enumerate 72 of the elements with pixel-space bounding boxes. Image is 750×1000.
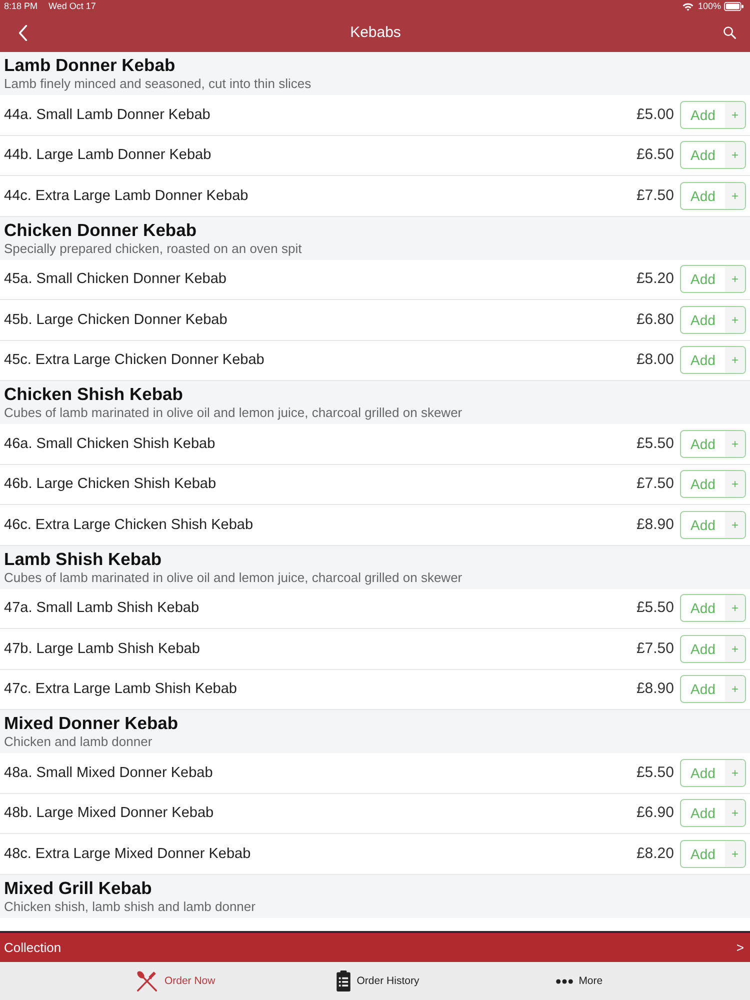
item-name: 47c. Extra Large Lamb Shish Kebab <box>4 680 238 698</box>
section-title: Mixed Donner Kebab <box>4 713 178 734</box>
collection-bar[interactable]: Collection > <box>0 931 750 962</box>
add-button[interactable]: Add + <box>680 100 746 129</box>
item-name: 44a. Small Lamb Donner Kebab <box>4 106 212 124</box>
add-button[interactable]: Add + <box>680 510 746 539</box>
item-name: 46b. Large Chicken Shish Kebab <box>4 475 218 494</box>
item-price: £5.50 <box>636 599 674 618</box>
add-button[interactable]: Add + <box>680 346 746 374</box>
add-button[interactable]: Add + <box>680 799 746 828</box>
item-name: 45a. Small Chicken Donner Kebab <box>4 270 228 288</box>
item-name: 48a. Small Mixed Donner Kebab <box>4 764 214 782</box>
item-price: £7.50 <box>636 186 674 205</box>
item-price: £8.90 <box>636 680 674 698</box>
item-price: £5.20 <box>636 270 674 288</box>
item-name: 44c. Extra Large Lamb Donner Kebab <box>4 186 250 205</box>
section-title: Lamb Shish Kebab <box>4 548 162 570</box>
item-name: 47b. Large Lamb Shish Kebab <box>4 640 201 658</box>
item-price: £7.50 <box>636 640 674 658</box>
item-name: 48b. Large Mixed Donner Kebab <box>4 804 215 822</box>
item-name: 44b. Large Lamb Donner Kebab <box>4 146 212 164</box>
add-button[interactable]: Add + <box>680 758 746 787</box>
item-price: £5.00 <box>636 106 674 124</box>
add-button[interactable]: Add + <box>680 430 746 458</box>
search-icon[interactable] <box>723 26 736 39</box>
back-icon[interactable] <box>18 24 28 40</box>
section-description: Cubes of lamb marinated in olive oil and lemon juice, charcoal grilled on skewer <box>4 570 462 586</box>
add-button[interactable]: Add + <box>680 182 746 210</box>
add-button[interactable]: Add + <box>680 634 746 663</box>
add-button[interactable]: Add + <box>680 675 746 704</box>
add-button[interactable]: Add + <box>680 470 746 498</box>
tab[interactable]: Order Now <box>75 962 277 1000</box>
item-price: £6.90 <box>636 804 674 822</box>
section-title: Chicken Shish Kebab <box>4 384 183 405</box>
battery-icon <box>724 2 744 11</box>
battery-percent: 100% <box>698 1 721 12</box>
item-name: 45b. Large Chicken Donner Kebab <box>4 310 228 329</box>
item-price: £8.20 <box>636 844 674 863</box>
item-price: £5.50 <box>636 764 674 782</box>
nav-title: Kebabs <box>349 24 402 42</box>
tab[interactable]: Order History <box>276 962 478 1000</box>
add-button[interactable]: Add + <box>680 594 746 622</box>
item-price: £6.50 <box>636 146 674 164</box>
section-title: Lamb Donner Kebab <box>4 55 176 76</box>
item-name: 48c. Extra Large Mixed Donner Kebab <box>4 844 252 863</box>
section-description: Specially prepared chicken, roasted on an oven spit <box>4 240 302 256</box>
item-name: 45c. Extra Large Chicken Donner Kebab <box>4 351 266 370</box>
item-price: £8.90 <box>636 516 674 534</box>
item-name: 46a. Small Chicken Shish Kebab <box>4 434 216 453</box>
section-description: Cubes of lamb marinated in olive oil and lemon juice, charcoal grilled on skewer <box>4 405 462 421</box>
section-title: Mixed Grill Kebab <box>4 878 152 898</box>
item-price: £7.50 <box>636 475 674 494</box>
section-description: Lamb finely minced and seasoned, cut into thin slices <box>4 76 312 92</box>
section-description: Chicken shish, lamb shish and lamb donner <box>4 898 256 914</box>
add-button[interactable]: Add + <box>680 141 746 170</box>
clipboard-icon <box>336 970 351 992</box>
fork-and-spoon-icon <box>136 970 158 992</box>
add-button[interactable]: Add + <box>680 306 746 334</box>
status-time: 8:18 PM <box>4 1 38 12</box>
add-button[interactable]: Add + <box>680 840 746 868</box>
item-name: 47a. Small Lamb Shish Kebab <box>4 599 200 618</box>
section-description: Chicken and lamb donner <box>4 734 152 750</box>
add-button[interactable]: Add + <box>680 265 746 294</box>
item-price: £6.80 <box>636 310 674 329</box>
section-title: Chicken Donner Kebab <box>4 220 197 240</box>
item-price: £5.50 <box>636 434 674 453</box>
item-name: 46c. Extra Large Chicken Shish Kebab <box>4 516 254 534</box>
tab[interactable]: More <box>478 962 680 1000</box>
more-dots-icon <box>556 978 573 984</box>
wifi-icon <box>682 2 694 11</box>
status-date: Wed Oct 17 <box>48 1 96 12</box>
item-price: £8.00 <box>636 351 674 370</box>
